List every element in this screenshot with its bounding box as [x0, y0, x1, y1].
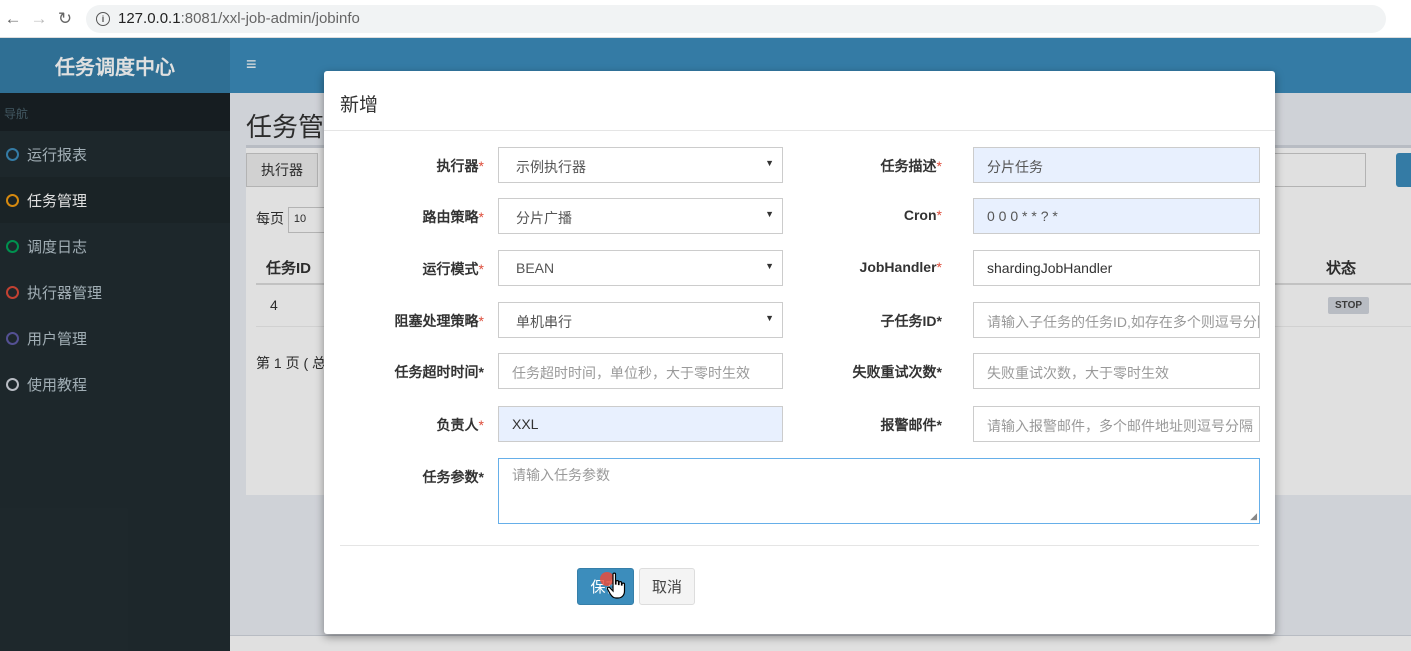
job-handler-label-text: JobHandler: [859, 259, 937, 275]
form-row: 运行模式* BEAN ▼ JobHandler* shardingJobHandl…: [324, 250, 1275, 286]
job-handler-input[interactable]: shardingJobHandler: [973, 250, 1260, 286]
url-host: 127.0.0.1: [118, 10, 181, 27]
caret-down-icon: ▼: [765, 313, 774, 323]
route-strategy-label-text: 路由策略: [422, 209, 479, 225]
route-strategy-select[interactable]: 分片广播 ▼: [498, 198, 783, 234]
hand-cursor-icon: [606, 572, 626, 599]
caret-down-icon: ▼: [765, 261, 774, 271]
url-field[interactable]: i 127.0.0.1:8081/xxl-job-admin/jobinfo: [86, 4, 1386, 33]
executor-label-text: 执行器: [436, 158, 479, 174]
job-desc-label: 任务描述*: [782, 156, 942, 176]
glue-type-label-text: 运行模式: [422, 261, 479, 277]
job-param-label: 任务参数*: [324, 467, 484, 487]
retry-count-label: 失败重试次数*: [782, 362, 942, 382]
required-mark: *: [936, 259, 942, 275]
required-mark: *: [478, 261, 484, 277]
job-handler-label: JobHandler*: [782, 259, 942, 275]
required-mark: *: [478, 158, 484, 174]
child-job-label-text: 子任务ID: [880, 313, 937, 329]
timeout-label-text: 任务超时时间: [394, 364, 479, 380]
form-row: 阻塞处理策略* 单机串行 ▼ 子任务ID* 请输入子任务的任务ID,如存在多个则逗…: [324, 302, 1275, 338]
modal-header: 新增: [324, 71, 1275, 131]
required-mark: *: [478, 417, 484, 433]
resize-grip-icon[interactable]: ◢: [1250, 511, 1257, 522]
required-mark: *: [478, 313, 484, 329]
route-strategy-value: 分片广播: [516, 210, 572, 226]
required-mark: *: [936, 364, 942, 380]
required-mark: *: [478, 209, 484, 225]
block-strategy-label-text: 阻塞处理策略: [394, 313, 479, 329]
required-mark: *: [478, 469, 484, 485]
required-mark: *: [936, 417, 942, 433]
back-icon[interactable]: ←: [0, 9, 26, 29]
form-row: 负责人* XXL 报警邮件* 请输入报警邮件，多个邮件地址则逗号分隔: [324, 406, 1275, 442]
block-strategy-label: 阻塞处理策略*: [324, 311, 484, 331]
alarm-email-label: 报警邮件*: [782, 415, 942, 435]
executor-select-value: 示例执行器: [516, 159, 586, 175]
cron-label: Cron*: [782, 207, 942, 223]
reload-icon[interactable]: ↻: [52, 9, 78, 29]
job-desc-input[interactable]: 分片任务: [973, 147, 1260, 183]
url-path: :8081/xxl-job-admin/jobinfo: [180, 10, 360, 27]
divider: [340, 545, 1259, 546]
info-icon[interactable]: i: [96, 11, 110, 26]
alarm-email-input[interactable]: 请输入报警邮件，多个邮件地址则逗号分隔: [973, 406, 1260, 442]
child-job-label: 子任务ID*: [782, 311, 942, 331]
author-input[interactable]: XXL: [498, 406, 783, 442]
block-strategy-value: 单机串行: [516, 314, 572, 330]
required-mark: *: [478, 364, 484, 380]
block-strategy-select[interactable]: 单机串行 ▼: [498, 302, 783, 338]
cron-input[interactable]: 0 0 0 * * ? *: [973, 198, 1260, 234]
modal-title: 新增: [340, 95, 379, 116]
retry-count-label-text: 失败重试次数: [852, 364, 937, 380]
child-job-id-input[interactable]: 请输入子任务的任务ID,如存在多个则逗号分隔: [973, 302, 1260, 338]
executor-label: 执行器*: [324, 156, 484, 176]
glue-type-value: BEAN: [516, 260, 555, 276]
forward-icon[interactable]: →: [26, 9, 52, 29]
required-mark: *: [936, 158, 942, 174]
author-label: 负责人*: [324, 415, 484, 435]
route-strategy-label: 路由策略*: [324, 207, 484, 227]
caret-down-icon: ▼: [765, 209, 774, 219]
author-label-text: 负责人: [436, 417, 479, 433]
required-mark: *: [936, 207, 942, 223]
executor-select[interactable]: 示例执行器 ▼: [498, 147, 783, 183]
retry-count-input[interactable]: 失败重试次数，大于零时生效: [973, 353, 1260, 389]
job-param-placeholder: 请输入任务参数: [512, 467, 610, 483]
job-param-textarea[interactable]: 请输入任务参数 ◢: [498, 458, 1260, 524]
cancel-button[interactable]: 取消: [639, 568, 695, 605]
glue-type-select[interactable]: BEAN ▼: [498, 250, 783, 286]
form-row: 执行器* 示例执行器 ▼ 任务描述* 分片任务: [324, 147, 1275, 183]
form-row: 路由策略* 分片广播 ▼ Cron* 0 0 0 * * ? *: [324, 198, 1275, 234]
glue-type-label: 运行模式*: [324, 259, 484, 279]
timeout-input[interactable]: 任务超时时间，单位秒，大于零时生效: [498, 353, 783, 389]
form-row: 任务超时时间* 任务超时时间，单位秒，大于零时生效 失败重试次数* 失败重试次数…: [324, 353, 1275, 389]
alarm-email-label-text: 报警邮件: [880, 417, 937, 433]
browser-address-bar: ← → ↻ i 127.0.0.1:8081/xxl-job-admin/job…: [0, 0, 1411, 38]
job-param-label-text: 任务参数: [422, 469, 479, 485]
cron-label-text: Cron: [903, 207, 937, 223]
required-mark: *: [936, 313, 942, 329]
caret-down-icon: ▼: [765, 158, 774, 168]
job-desc-label-text: 任务描述: [880, 158, 937, 174]
timeout-label: 任务超时时间*: [324, 362, 484, 382]
add-job-modal: 新增 执行器* 示例执行器 ▼ 任务描述* 分片任务 路由策略* 分片广播 ▼ Cr…: [324, 71, 1275, 634]
